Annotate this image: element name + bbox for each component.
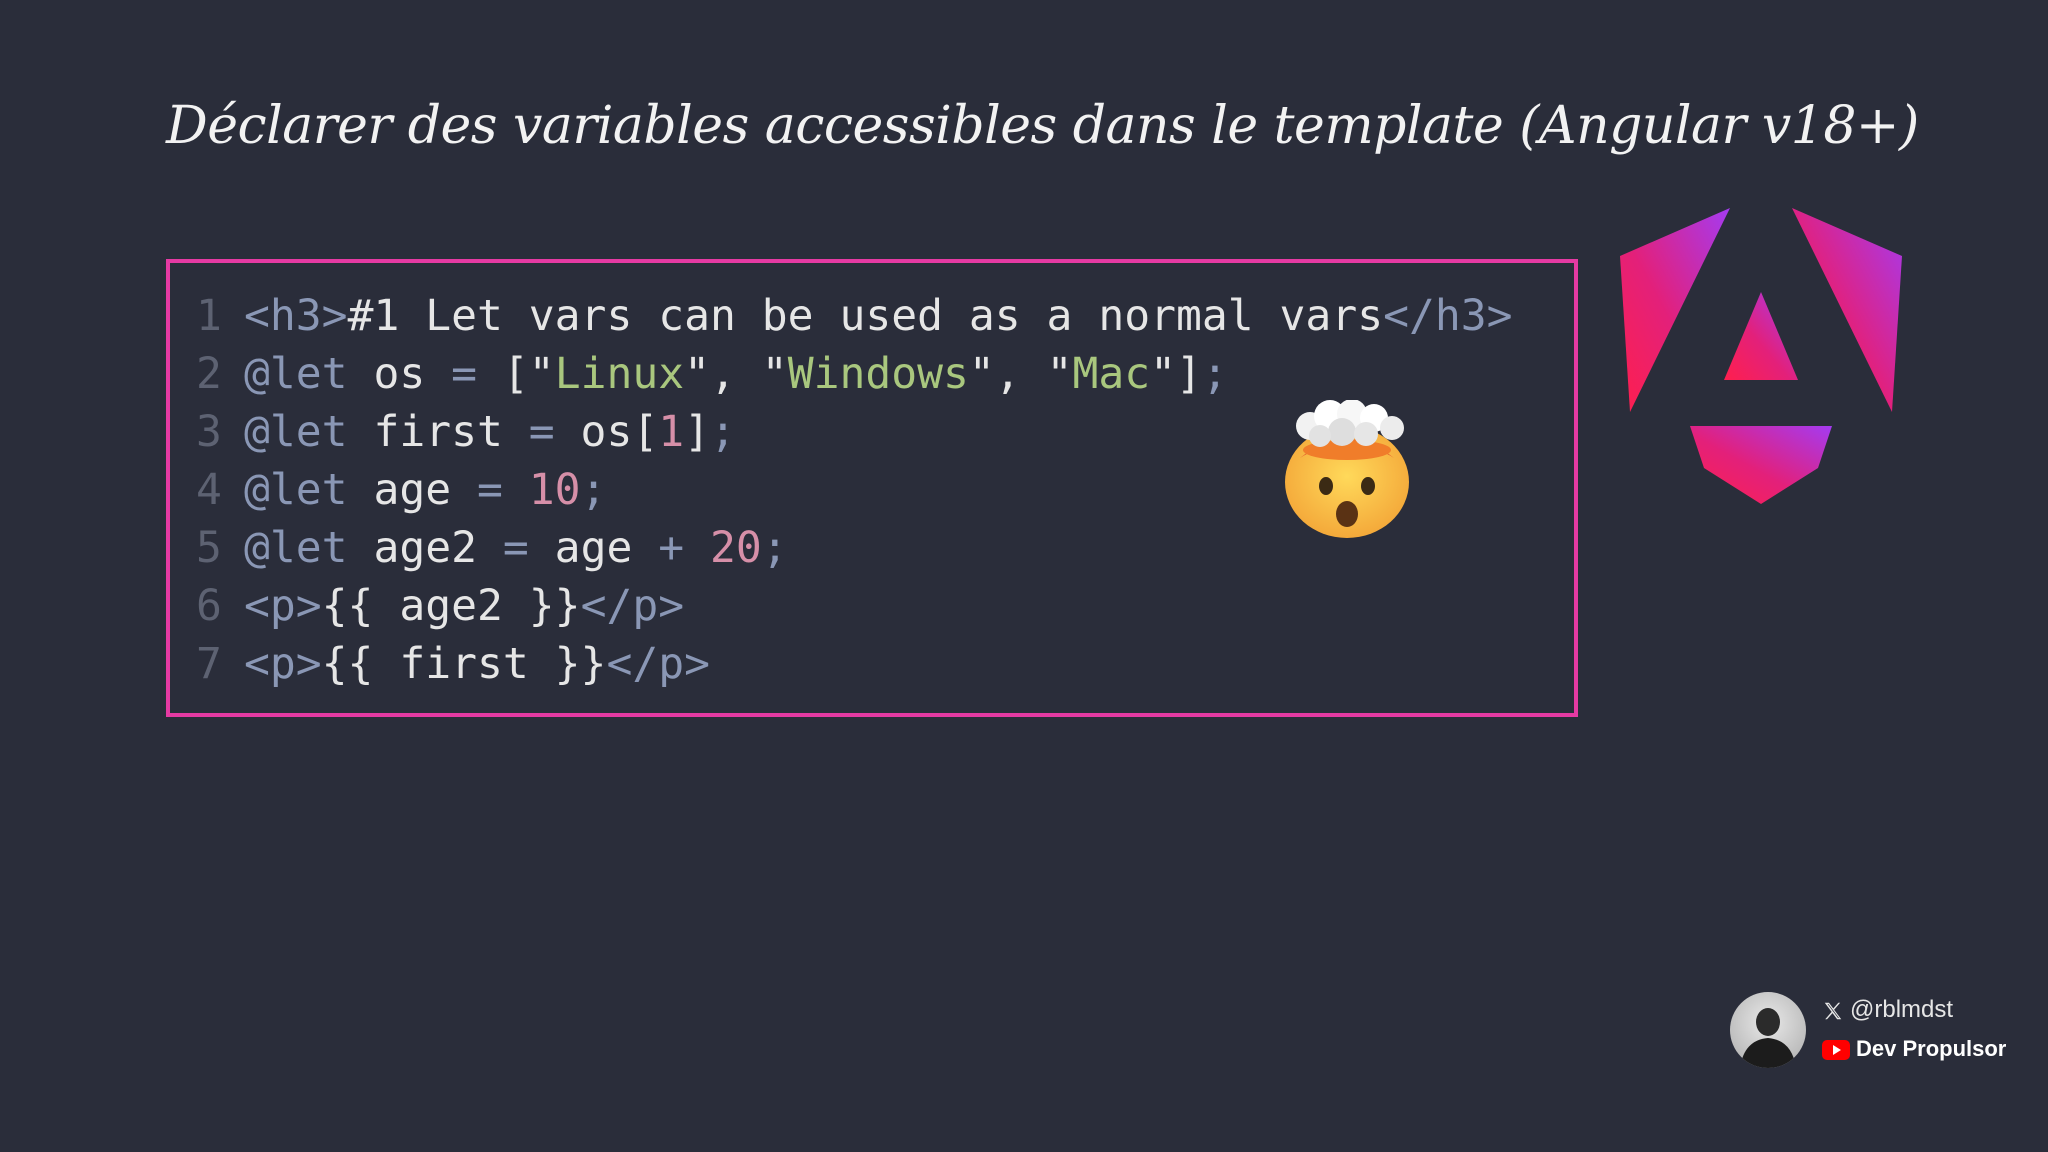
code-token: @let [244, 349, 348, 399]
code-token: = [502, 523, 529, 573]
code-line: 1 <h3>#1 Let vars can be used as a normal… [196, 287, 1513, 345]
line-number: 7 [196, 639, 222, 689]
code-token: </p> [580, 581, 685, 631]
code-token: + [658, 523, 685, 573]
line-number: 3 [196, 407, 222, 457]
code-token: 1 [658, 407, 685, 457]
code-token: ] [684, 407, 711, 457]
code-token: 20 [710, 523, 762, 573]
exploding-head-icon [1285, 400, 1409, 538]
x-logo-icon [1824, 1002, 1842, 1019]
youtube-channel-label: Dev Propulsor [1856, 1036, 2007, 1061]
code-token: = [528, 407, 555, 457]
line-number: 6 [196, 581, 222, 631]
code-token: @let [244, 407, 348, 457]
code-token: </h3> [1383, 291, 1513, 341]
line-number: 1 [196, 291, 222, 341]
code-token: 10 [528, 465, 581, 515]
code-token: </p> [606, 639, 711, 689]
code-token: age2 [347, 523, 503, 573]
code-token: ; [580, 465, 607, 515]
code-token: <h3> [244, 291, 348, 341]
code-token: ; [761, 523, 788, 573]
code-token: @let [244, 465, 348, 515]
line-number: 2 [196, 349, 222, 399]
code-line: 7 <p>{{ first }}</p> [196, 635, 1513, 693]
code-token: ", " [968, 349, 1073, 399]
code-token: = [477, 465, 503, 515]
x-handle-label: @rblmdst [1850, 996, 1954, 1023]
code-token: age [347, 465, 478, 515]
code-line: 2 @let os = ["Linux", "Windows", "Mac"]; [196, 345, 1513, 403]
line-number: 5 [196, 523, 222, 573]
code-token: {{ first }} [321, 639, 607, 689]
angular-logo-icon [1620, 208, 1902, 504]
code-token: os[ [554, 407, 659, 457]
code-token: Mac [1072, 349, 1151, 399]
x-handle: @rblmdst [1822, 996, 1953, 1024]
credits: @rblmdst Dev Propulsor [1730, 992, 2030, 1072]
avatar [1730, 992, 1806, 1068]
code-token: = [451, 349, 478, 399]
code-token: ; [710, 407, 736, 457]
code-token: Linux [554, 349, 685, 399]
code-token: os [347, 349, 452, 399]
code-token: [" [477, 349, 555, 399]
code-token: @let [244, 523, 348, 573]
code-token: #1 Let vars can be used as a normal vars [347, 291, 1384, 341]
code-token: first [347, 407, 529, 457]
youtube-channel: Dev Propulsor [1822, 1036, 2006, 1062]
code-token: <p> [244, 639, 322, 689]
code-token: ", " [684, 349, 788, 399]
code-token: {{ age2 }} [321, 581, 581, 631]
slide-title: Déclarer des variables accessibles dans … [166, 96, 1919, 156]
code-token: "] [1150, 349, 1202, 399]
code-token: <p> [244, 581, 322, 631]
code-line: 6 <p>{{ age2 }}</p> [196, 577, 1513, 635]
line-number: 4 [196, 465, 222, 515]
code-token: age [528, 523, 659, 573]
code-token: Windows [787, 349, 969, 399]
youtube-logo-icon [1822, 1040, 1850, 1061]
code-token: ; [1201, 349, 1228, 399]
